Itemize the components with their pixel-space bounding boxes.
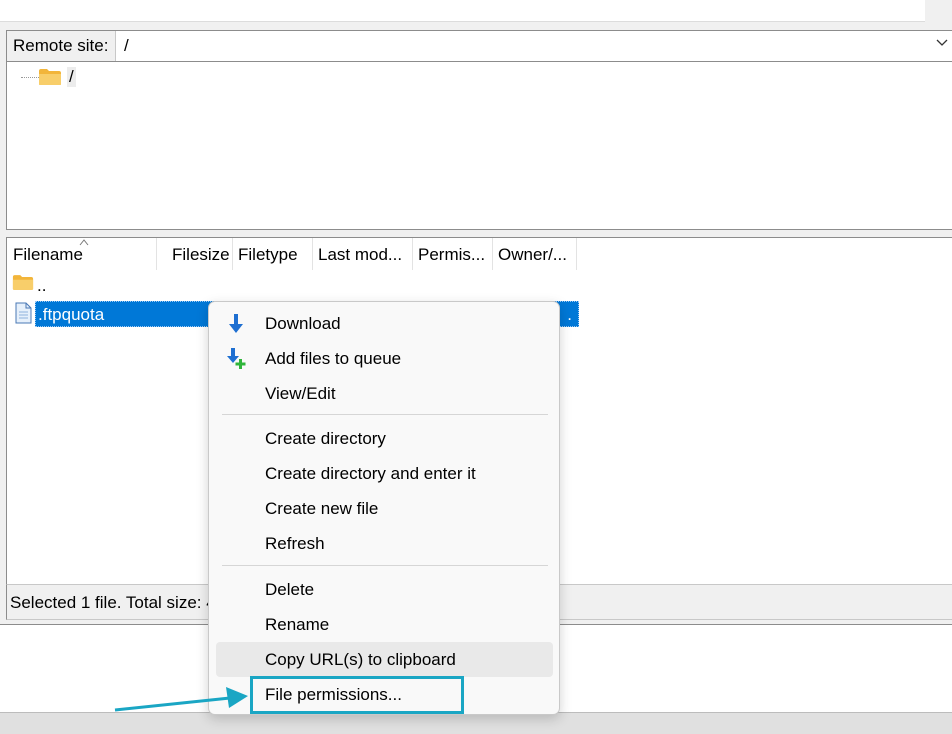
- menu-item-delete[interactable]: Delete: [216, 572, 553, 607]
- menu-item-create-new-file[interactable]: Create new file: [216, 491, 553, 526]
- menu-item-label: Refresh: [265, 534, 325, 553]
- menu-item-label: Create new file: [265, 499, 379, 518]
- menu-item-label: Download: [265, 314, 341, 333]
- chevron-down-icon[interactable]: [936, 37, 948, 49]
- menu-item-label: Copy URL(s) to clipboard: [265, 650, 456, 669]
- column-header-last-modified[interactable]: Last mod...: [313, 238, 413, 270]
- menu-item-view-edit[interactable]: View/Edit: [216, 376, 553, 411]
- column-header-filetype-label: Filetype: [238, 245, 298, 264]
- menu-item-refresh[interactable]: Refresh: [216, 526, 553, 561]
- folder-icon: [39, 69, 61, 85]
- menu-item-add-files-to-queue[interactable]: Add files to queue: [216, 341, 553, 376]
- file-row-trailing-text: .: [567, 305, 572, 324]
- column-header-last-modified-label: Last mod...: [318, 245, 403, 264]
- column-header-permissions-label: Permis...: [418, 245, 486, 264]
- top-panel-area: [0, 0, 925, 22]
- column-header-filetype[interactable]: Filetype: [233, 238, 313, 270]
- remote-site-path-input[interactable]: /: [117, 31, 952, 61]
- menu-item-label: Delete: [265, 580, 315, 599]
- menu-separator: [222, 565, 548, 566]
- context-menu: Download Add files to queue View/Edit Cr…: [208, 301, 560, 715]
- menu-item-label: Add files to queue: [265, 349, 402, 368]
- menu-item-copy-url[interactable]: Copy URL(s) to clipboard: [216, 642, 553, 677]
- menu-separator: [222, 414, 548, 415]
- file-icon: [15, 302, 32, 324]
- sort-ascending-icon: [79, 239, 89, 246]
- column-header-permissions[interactable]: Permis...: [413, 238, 493, 270]
- column-header-filename[interactable]: Filename: [7, 238, 157, 270]
- column-header-filesize-label: Filesize: [172, 245, 230, 264]
- column-header-filesize[interactable]: Filesize: [157, 238, 233, 270]
- menu-item-download[interactable]: Download: [216, 306, 553, 341]
- menu-item-label: View/Edit: [265, 384, 336, 403]
- callout-highlight-box: [250, 676, 464, 714]
- menu-item-create-directory-and-enter[interactable]: Create directory and enter it: [216, 456, 553, 491]
- menu-item-label: Rename: [265, 615, 330, 634]
- remote-site-label: Remote site:: [7, 31, 116, 61]
- menu-item-label: Create directory: [265, 429, 386, 448]
- menu-item-create-directory[interactable]: Create directory: [216, 421, 553, 456]
- tree-root-item[interactable]: /: [67, 67, 76, 87]
- status-text: Selected 1 file. Total size: 4: [10, 593, 216, 612]
- column-header-filename-label: Filename: [13, 245, 83, 264]
- menu-item-rename[interactable]: Rename: [216, 607, 553, 642]
- remote-directory-tree: /: [6, 62, 952, 230]
- column-header-owner-group[interactable]: Owner/...: [493, 238, 577, 270]
- add-to-queue-icon: [227, 348, 246, 369]
- callout-arrow-icon: [114, 687, 248, 712]
- parent-directory-row[interactable]: ..: [37, 276, 46, 296]
- download-arrow-icon: [229, 314, 243, 333]
- file-name: .ftpquota: [38, 305, 105, 324]
- folder-icon: [12, 275, 34, 290]
- menu-item-label: Create directory and enter it: [265, 464, 476, 483]
- column-header-owner-group-label: Owner/...: [498, 245, 567, 264]
- remote-site-bar: Remote site: /: [6, 30, 952, 62]
